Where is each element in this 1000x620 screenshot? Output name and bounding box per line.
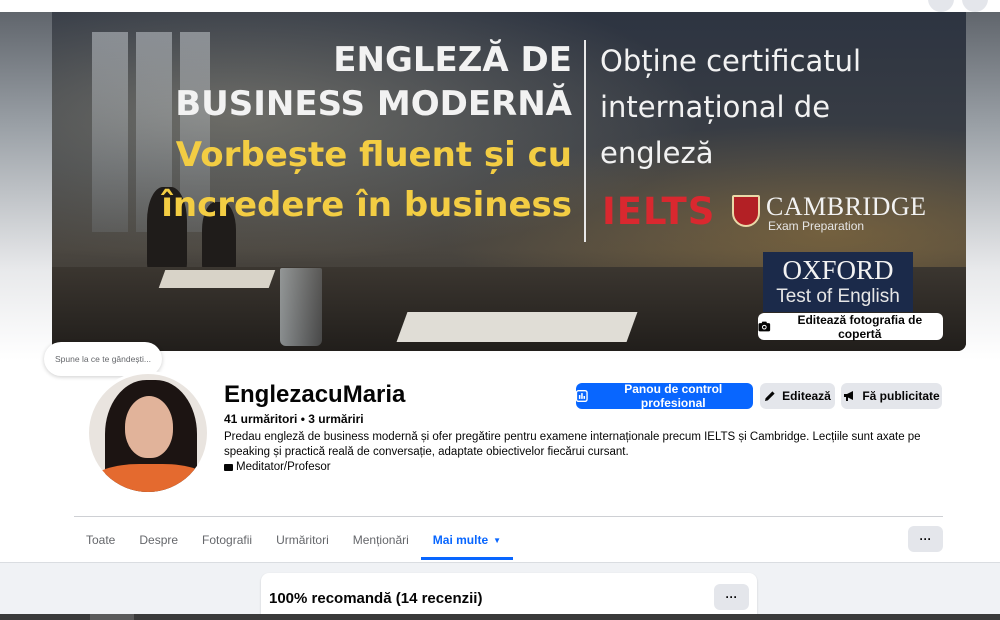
- category-label: Meditator/Profesor: [236, 461, 331, 473]
- oxford-title: OXFORD: [782, 255, 894, 285]
- certificate-text: Obține certificatul internațional de eng…: [600, 38, 861, 176]
- recommendations-card: 100% recomandă (14 recenzii) ···: [261, 573, 757, 620]
- tab-more[interactable]: Mai multe ▼: [420, 520, 514, 560]
- headline-line-2: BUSINESS MODERNĂ: [175, 84, 572, 124]
- more-options-button[interactable]: ···: [908, 526, 943, 552]
- tab-all[interactable]: Toate: [74, 520, 127, 560]
- megaphone-icon: [844, 391, 854, 401]
- tab-label: Mai multe: [432, 533, 489, 547]
- camera-icon: [758, 321, 771, 332]
- avatar-face: [125, 396, 173, 458]
- tab-label: Toate: [86, 533, 116, 547]
- avatar-shirt: [93, 464, 207, 492]
- card-more-label: ···: [725, 590, 738, 604]
- taskbar-item[interactable]: [90, 614, 134, 620]
- cover-photo[interactable]: ENGLEZĂ DE BUSINESS MODERNĂ Vorbește flu…: [52, 12, 966, 351]
- advertise-button[interactable]: Fă publicitate: [841, 383, 942, 409]
- follow-separator: •: [297, 412, 309, 426]
- recommendations-title: 100% recomandă (14 recenzii): [269, 590, 483, 607]
- followers-count[interactable]: 41 urmăritori: [224, 412, 297, 426]
- edit-label: Editează: [782, 389, 831, 403]
- headline-line-3: Vorbește fluent și cu: [175, 135, 572, 175]
- section-divider: [74, 516, 943, 517]
- headline-line-1: ENGLEZĂ DE: [333, 40, 572, 80]
- dashboard-label: Panou de control profesional: [624, 382, 723, 410]
- profile-bio: Predau engleză de business modernă și of…: [224, 431, 921, 458]
- tab-followers[interactable]: Urmăritori: [264, 520, 341, 560]
- dashboard-icon: [576, 390, 588, 402]
- tab-label: Menționări: [352, 533, 409, 547]
- card-more-button[interactable]: ···: [714, 584, 749, 610]
- cambridge-logo: CAMBRIDGE: [766, 192, 927, 221]
- edit-cover-photo-button[interactable]: Editează fotografia de copertă: [758, 312, 943, 341]
- window-decoration: [92, 32, 128, 232]
- edit-page-button[interactable]: Editează: [760, 383, 835, 409]
- tab-label: Fotografii: [202, 533, 253, 547]
- cambridge-subtitle: Exam Preparation: [768, 219, 865, 233]
- paper-decoration: [158, 270, 276, 288]
- tab-label: Despre: [139, 533, 179, 547]
- taskbar: [0, 614, 1000, 620]
- certificate-line-1: Obține certificatul: [600, 44, 862, 78]
- notebook-decoration: [396, 312, 638, 342]
- cover-divider: [584, 40, 586, 242]
- profile-category: Meditator/Profesor: [224, 461, 331, 473]
- advertise-label: Fă publicitate: [862, 389, 940, 403]
- edit-cover-photo-label: Editează fotografia de copertă: [797, 312, 923, 341]
- ielts-logo: IELTS: [602, 190, 716, 233]
- profile-avatar[interactable]: [86, 371, 210, 495]
- briefcase-icon: [224, 463, 233, 471]
- follow-counts: 41 urmăritori • 3 urmăriri: [224, 412, 364, 426]
- certificate-line-3: engleză: [600, 136, 714, 170]
- tab-mentions[interactable]: Menționări: [341, 520, 421, 560]
- browser-top-strip: [0, 0, 1000, 12]
- cambridge-shield-icon: [732, 195, 760, 227]
- tab-photos[interactable]: Fotografii: [190, 520, 264, 560]
- oxford-logo: OXFORD Test of English: [763, 252, 913, 312]
- tab-label: Urmăritori: [276, 533, 329, 547]
- profile-tabs: Toate Despre Fotografii Urmăritori Menți…: [74, 520, 514, 560]
- headline-line-4: încredere în business: [161, 185, 572, 225]
- professional-dashboard-button[interactable]: Panou de control profesional: [576, 382, 753, 410]
- thought-bubble-text: Spune la ce te gândești...: [55, 354, 151, 364]
- following-count[interactable]: 3 urmăriri: [308, 412, 363, 426]
- tab-about[interactable]: Despre: [127, 520, 190, 560]
- profile-name: EnglezacuMaria: [224, 381, 406, 408]
- certificate-line-2: internațional de: [600, 90, 831, 124]
- more-options-label: ···: [919, 532, 932, 546]
- oxford-subtitle: Test of English: [776, 286, 900, 307]
- water-glass: [280, 268, 322, 346]
- pencil-icon: [765, 391, 775, 401]
- caret-down-icon: ▼: [493, 535, 502, 545]
